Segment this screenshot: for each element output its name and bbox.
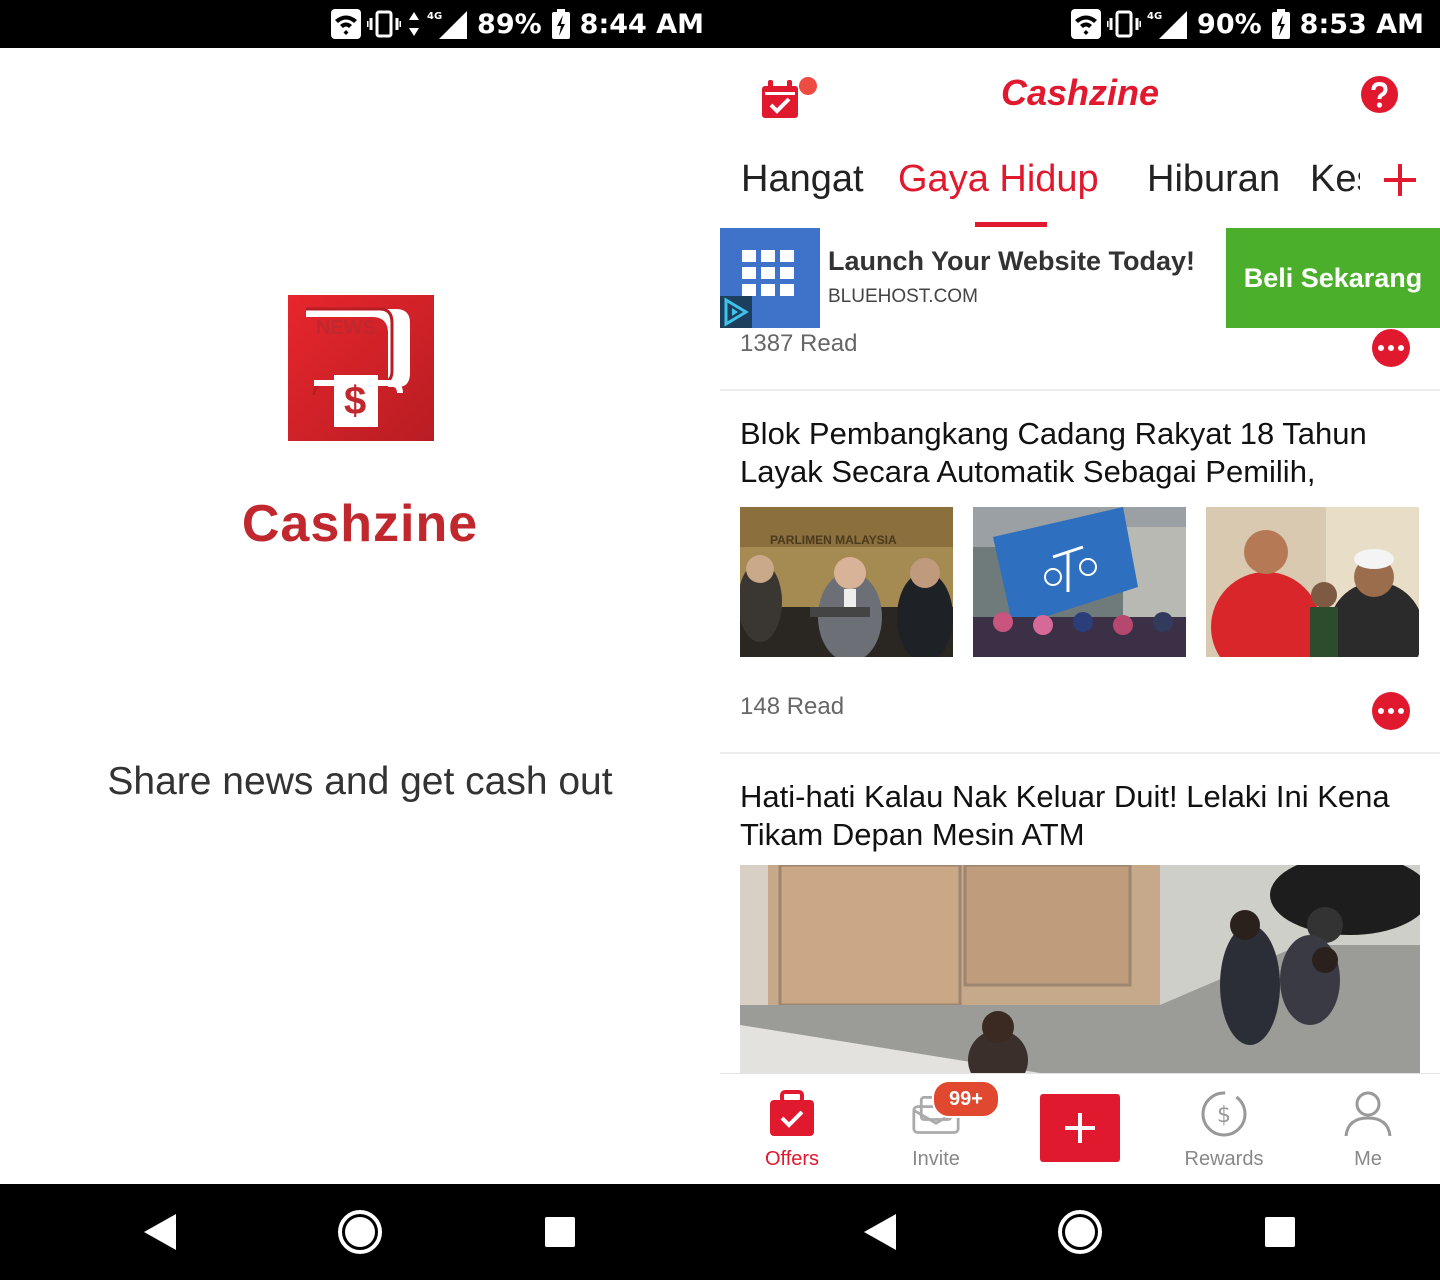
home-circle-icon bbox=[338, 1210, 382, 1254]
back-triangle-icon bbox=[864, 1214, 896, 1250]
signal-4g-icon: 4G bbox=[427, 11, 468, 39]
add-category-button[interactable] bbox=[1380, 160, 1420, 200]
read-count: 148 Read bbox=[740, 693, 845, 720]
article-thumbnail[interactable] bbox=[1206, 507, 1419, 657]
ad-domain: BLUEHOST.COM bbox=[828, 286, 978, 307]
center-add-button[interactable] bbox=[1040, 1094, 1120, 1162]
sponsored-ad[interactable]: Launch Your Website Today! BLUEHOST.COM … bbox=[720, 228, 1440, 328]
ad-image bbox=[720, 228, 820, 328]
wifi-icon bbox=[331, 9, 362, 39]
offers-bag-icon bbox=[770, 1090, 814, 1136]
article-image[interactable] bbox=[740, 865, 1420, 1073]
system-nav-bar bbox=[0, 1184, 720, 1280]
svg-text:$: $ bbox=[1217, 1103, 1231, 1128]
nav-rewards-label: Rewards bbox=[1184, 1148, 1264, 1170]
plus-icon bbox=[1065, 1113, 1095, 1143]
back-triangle-icon bbox=[144, 1214, 176, 1250]
splash-screen: 4G 89% 8:44 AM NEWS $ Cashzine Share new… bbox=[0, 0, 720, 1280]
splash-brand-name: Cashzine bbox=[241, 495, 479, 553]
article-thumbnail[interactable] bbox=[973, 507, 1186, 657]
help-icon bbox=[1361, 76, 1398, 113]
recents-square-icon bbox=[1265, 1217, 1295, 1247]
home-button[interactable] bbox=[320, 1184, 400, 1280]
recents-square-icon bbox=[545, 1217, 575, 1247]
nav-me[interactable]: Me bbox=[1296, 1074, 1440, 1185]
ad-title: Launch Your Website Today! bbox=[828, 246, 1196, 276]
vibrate-icon bbox=[1107, 10, 1142, 38]
status-bar: 4G 90% 8:53 AM bbox=[720, 0, 1440, 48]
battery-percent: 90% bbox=[1197, 8, 1262, 40]
tab-hiburan[interactable]: Hiburan bbox=[1147, 158, 1280, 201]
clock: 8:44 AM bbox=[579, 8, 704, 40]
nav-me-label: Me bbox=[1354, 1148, 1382, 1170]
splash-tagline: Share news and get cash out bbox=[107, 760, 613, 803]
vibrate-icon bbox=[367, 10, 402, 38]
svg-text:4G: 4G bbox=[1147, 11, 1162, 22]
svg-text:4G: 4G bbox=[427, 11, 442, 22]
tab-kes[interactable]: Kes bbox=[1310, 158, 1360, 201]
ad-choices-icon[interactable] bbox=[720, 296, 752, 328]
nav-offers[interactable]: Offers bbox=[720, 1074, 864, 1185]
battery-charging-icon bbox=[551, 9, 570, 39]
battery-percent: 89% bbox=[477, 8, 542, 40]
back-button[interactable] bbox=[840, 1184, 920, 1280]
rewards-coin-icon: $ bbox=[1201, 1091, 1247, 1137]
active-tab-indicator bbox=[975, 222, 1047, 227]
back-button[interactable] bbox=[120, 1184, 200, 1280]
more-options-button[interactable] bbox=[1372, 329, 1410, 367]
data-arrows-icon bbox=[409, 12, 420, 36]
home-circle-icon bbox=[1058, 1210, 1102, 1254]
logo-news-label: NEWS bbox=[316, 317, 376, 339]
daily-checkin-button[interactable] bbox=[756, 70, 818, 132]
app-header: Cashzine bbox=[720, 48, 1440, 148]
category-tabs: Hangat Gaya Hidup Hiburan Kes bbox=[720, 148, 1440, 228]
battery-charging-icon bbox=[1271, 9, 1290, 39]
feed-divider bbox=[720, 752, 1440, 754]
recents-button[interactable] bbox=[520, 1184, 600, 1280]
app-logo: NEWS $ bbox=[288, 295, 434, 441]
tab-gaya-hidup[interactable]: Gaya Hidup bbox=[898, 158, 1099, 201]
ad-cta-button[interactable]: Beli Sekarang bbox=[1226, 228, 1440, 328]
read-count: 1387 Read bbox=[740, 330, 858, 357]
signal-4g-icon: 4G bbox=[1147, 11, 1188, 39]
nav-offers-label: Offers bbox=[764, 1148, 820, 1170]
article-title[interactable]: Hati-hati Kalau Nak Keluar Duit! Lelaki … bbox=[740, 778, 1420, 854]
clock: 8:53 AM bbox=[1299, 8, 1424, 40]
nav-rewards[interactable]: $ Rewards bbox=[1152, 1074, 1296, 1185]
logo-dollar: $ bbox=[344, 379, 367, 423]
more-options-button[interactable] bbox=[1372, 692, 1410, 730]
profile-person-icon bbox=[1344, 1091, 1392, 1137]
tab-hangat[interactable]: Hangat bbox=[741, 158, 864, 201]
feed-divider bbox=[720, 389, 1440, 391]
nav-invite-label: Invite bbox=[912, 1148, 960, 1170]
help-button[interactable] bbox=[1361, 76, 1398, 113]
recents-button[interactable] bbox=[1240, 1184, 1320, 1280]
thumbnail-caption: PARLIMEN MALAYSIA bbox=[770, 533, 897, 547]
article-title[interactable]: Blok Pembangkang Cadang Rakyat 18 Tahun … bbox=[740, 415, 1420, 491]
app-brand: Cashzine bbox=[1000, 72, 1160, 113]
home-button[interactable] bbox=[1040, 1184, 1120, 1280]
invite-badge: 99+ bbox=[932, 1080, 1000, 1118]
article-thumbnail[interactable]: PARLIMEN MALAYSIA bbox=[740, 507, 953, 657]
status-bar: 4G 89% 8:44 AM bbox=[0, 0, 720, 48]
plus-icon bbox=[1384, 164, 1416, 196]
calendar-check-icon bbox=[762, 77, 817, 118]
system-nav-bar bbox=[720, 1184, 1440, 1280]
wifi-icon bbox=[1071, 9, 1102, 39]
feed-screen: 4G 90% 8:53 AM Cashzine Hangat Gaya Hidu… bbox=[720, 0, 1440, 1280]
